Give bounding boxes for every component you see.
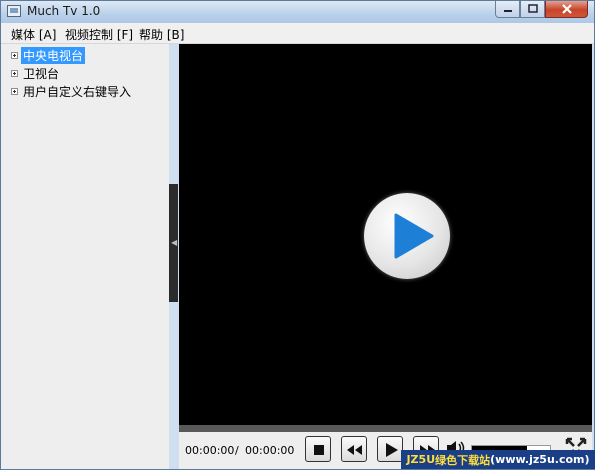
tree-item-cctv[interactable]: 中央电视台 xyxy=(11,46,86,64)
seek-bar[interactable] xyxy=(179,425,592,432)
stop-icon xyxy=(314,445,324,455)
expand-icon[interactable] xyxy=(11,87,18,95)
video-area[interactable] xyxy=(179,44,592,425)
menu-video-control[interactable]: 视频控制 [F] xyxy=(65,26,133,43)
current-time: 00:00:00 xyxy=(185,444,235,457)
tree-item-label: 用户自定义右键导入 xyxy=(23,84,132,99)
time-separator: / xyxy=(235,444,239,457)
app-window: Much Tv 1.0 媒体 [A] 视频控制 [F] 帮助 [B] 中央电视台… xyxy=(0,0,595,470)
collapse-arrow-icon[interactable]: ◀ xyxy=(171,238,177,247)
play-big-icon xyxy=(394,213,434,259)
tree-item-satellite[interactable]: 卫视台 xyxy=(11,65,61,81)
menu-bar: 媒体 [A] 视频控制 [F] 帮助 [B] xyxy=(1,23,594,44)
maximize-icon xyxy=(527,4,538,13)
app-icon xyxy=(7,5,21,17)
maximize-button[interactable] xyxy=(520,1,545,18)
watermark-text: 绿色下载站 xyxy=(435,453,491,467)
watermark-banner: JZ5U 绿色下载站 (www.jz5u.com) xyxy=(401,450,595,469)
window-controls xyxy=(495,1,588,18)
watermark-prefix: JZ5U xyxy=(406,453,436,466)
minimize-button[interactable] xyxy=(495,1,520,18)
play-button[interactable] xyxy=(377,436,403,462)
total-time: 00:00:00 xyxy=(245,444,295,457)
rewind-icon xyxy=(347,445,362,455)
play-big-button[interactable] xyxy=(364,193,450,279)
tree-item-label: 中央电视台 xyxy=(21,46,86,64)
rewind-button[interactable] xyxy=(341,436,367,462)
expand-icon[interactable] xyxy=(11,51,18,59)
window-title: Much Tv 1.0 xyxy=(27,4,101,18)
expand-icon[interactable] xyxy=(11,69,18,77)
close-button[interactable] xyxy=(545,1,588,18)
close-icon xyxy=(561,4,572,14)
tree-item-label: 卫视台 xyxy=(23,66,60,81)
watermark-url: (www.jz5u.com) xyxy=(490,453,590,466)
channel-tree: 中央电视台 卫视台 用户自定义右键导入 xyxy=(1,44,169,469)
menu-help[interactable]: 帮助 [B] xyxy=(139,26,184,43)
minimize-icon xyxy=(503,10,512,12)
stop-button[interactable] xyxy=(305,436,331,462)
sidebar-splitter[interactable]: ◀ xyxy=(169,184,178,302)
tree-item-custom[interactable]: 用户自定义右键导入 xyxy=(11,83,133,99)
menu-media[interactable]: 媒体 [A] xyxy=(11,26,56,43)
title-bar[interactable]: Much Tv 1.0 xyxy=(1,1,594,23)
